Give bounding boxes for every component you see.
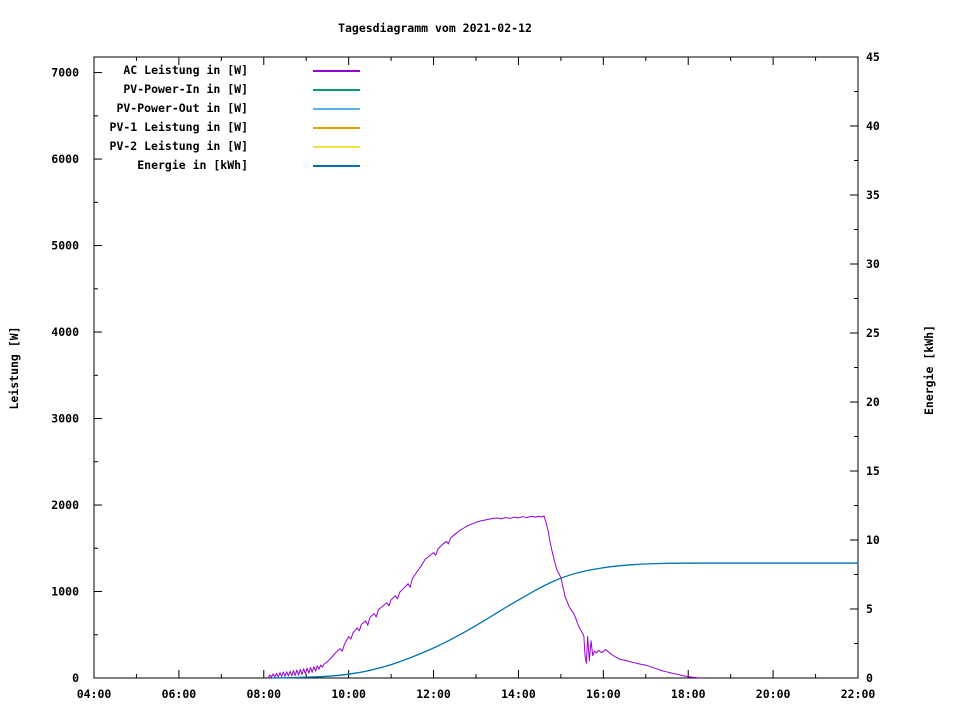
y-right-tick-label: 0 <box>866 671 873 685</box>
legend-label: PV-1 Leistung in [W] <box>109 120 248 134</box>
legend-line-swatch <box>313 89 360 91</box>
y-right-tick-label: 15 <box>866 464 880 478</box>
y-right-tick-label: 35 <box>866 188 880 202</box>
y-right-tick-label: 20 <box>866 395 880 409</box>
chart-canvas: Tagesdiagramm vom 2021-02-12 Leistung [W… <box>0 0 960 720</box>
legend-line-swatch <box>313 70 360 72</box>
legend-label: PV-2 Leistung in [W] <box>109 139 248 153</box>
legend-label: PV-Power-Out in [W] <box>116 101 248 115</box>
legend-label: PV-Power-In in [W] <box>123 82 248 96</box>
legend-label: AC Leistung in [W] <box>123 63 248 77</box>
legend-line-swatch <box>313 165 360 167</box>
x-tick-label: 12:00 <box>416 687 451 701</box>
legend: AC Leistung in [W] PV-Power-In in [W] PV… <box>0 61 960 175</box>
legend-line-swatch <box>313 108 360 110</box>
legend-item: PV-2 Leistung in [W] <box>0 137 960 156</box>
y-left-tick-label: 1000 <box>51 585 79 599</box>
y-right-tick-label: 30 <box>866 257 880 271</box>
legend-item: PV-Power-In in [W] <box>0 80 960 99</box>
series-line-energie-in-kwh- <box>271 562 859 679</box>
legend-line-swatch <box>313 146 360 148</box>
x-tick-label: 20:00 <box>756 687 791 701</box>
y-right-tick-label: 5 <box>866 602 873 616</box>
legend-item: PV-1 Leistung in [W] <box>0 118 960 137</box>
y-left-tick-label: 4000 <box>51 325 79 339</box>
y-right-tick-label: 25 <box>866 326 880 340</box>
x-tick-label: 04:00 <box>77 687 112 701</box>
y-left-tick-label: 2000 <box>51 498 79 512</box>
legend-item: PV-Power-Out in [W] <box>0 99 960 118</box>
legend-label: Energie in [kWh] <box>137 158 248 172</box>
x-tick-label: 16:00 <box>586 687 621 701</box>
y-right-tick-label: 10 <box>866 533 880 547</box>
y-left-tick-label: 5000 <box>51 239 79 253</box>
x-tick-label: 06:00 <box>162 687 197 701</box>
x-tick-label: 08:00 <box>246 687 281 701</box>
x-tick-label: 22:00 <box>841 687 876 701</box>
x-tick-label: 10:00 <box>331 687 366 701</box>
y-left-tick-label: 3000 <box>51 412 79 426</box>
legend-item: AC Leistung in [W] <box>0 61 960 80</box>
legend-line-swatch <box>313 127 360 129</box>
legend-item: Energie in [kWh] <box>0 156 960 175</box>
x-tick-label: 14:00 <box>501 687 536 701</box>
x-tick-label: 18:00 <box>671 687 706 701</box>
y-left-tick-label: 0 <box>72 671 79 685</box>
series-line-ac-leistung-in-w- <box>267 515 702 679</box>
